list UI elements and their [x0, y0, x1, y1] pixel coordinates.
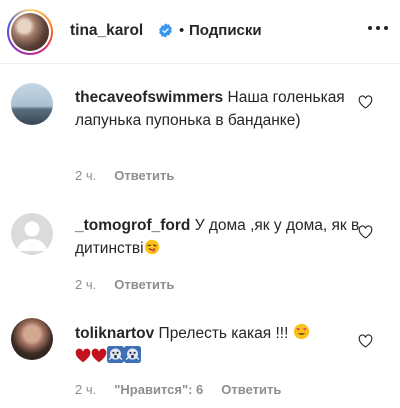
following-button[interactable]: Подписки	[189, 22, 262, 39]
verified-badge-icon	[159, 23, 172, 38]
commenter-avatar[interactable]	[11, 318, 53, 360]
comment-text: Прелесть какая !!!	[158, 325, 289, 342]
winking-tongue-face-icon	[144, 239, 159, 255]
commenter-avatar[interactable]	[11, 213, 53, 255]
avatar-photo	[11, 13, 49, 51]
comment-username[interactable]: thecaveofswimmers	[75, 89, 223, 106]
comment-username[interactable]: toliknartov	[75, 325, 154, 342]
likes-count[interactable]: "Нравится": 6	[114, 382, 203, 397]
smiling-face-with-heart-eyes-icon	[293, 323, 309, 340]
reply-button[interactable]: Ответить	[114, 277, 174, 292]
comment-meta: 2 ч. Ответить	[75, 277, 174, 292]
scream-face-icon	[124, 346, 141, 363]
scream-face-icon	[107, 346, 124, 363]
red-heart-icon	[91, 348, 107, 363]
profile-avatar[interactable]	[7, 9, 53, 55]
header-username[interactable]: tina_karol	[70, 22, 143, 40]
reply-button[interactable]: Ответить	[114, 168, 174, 183]
comment-time: 2 ч.	[75, 277, 97, 292]
comment-meta: 2 ч. "Нравится": 6 Ответить	[75, 382, 281, 397]
default-avatar-icon	[17, 221, 47, 251]
red-heart-icon	[75, 348, 91, 363]
reply-button[interactable]: Ответить	[221, 382, 281, 397]
heart-outline-icon[interactable]	[358, 95, 373, 109]
comment-time: 2 ч.	[75, 168, 97, 183]
comment-body: _tomogrof_ford У дома ,як у дома, як в д…	[75, 214, 360, 260]
comment-meta: 2 ч. Ответить	[75, 168, 174, 183]
heart-outline-icon[interactable]	[358, 225, 373, 239]
post-header: tina_karol • Подписки	[0, 0, 400, 64]
comment-username[interactable]: _tomogrof_ford	[75, 217, 190, 234]
comment-body: toliknartov Прелесть какая !!!	[75, 322, 360, 368]
comment-body: thecaveofswimmers Наша голенькая лапуньк…	[75, 86, 360, 132]
comment-time: 2 ч.	[75, 382, 97, 397]
header-separator: •	[179, 22, 185, 39]
more-options-icon[interactable]	[368, 26, 388, 32]
commenter-avatar[interactable]	[11, 83, 53, 125]
heart-outline-icon[interactable]	[358, 334, 373, 348]
